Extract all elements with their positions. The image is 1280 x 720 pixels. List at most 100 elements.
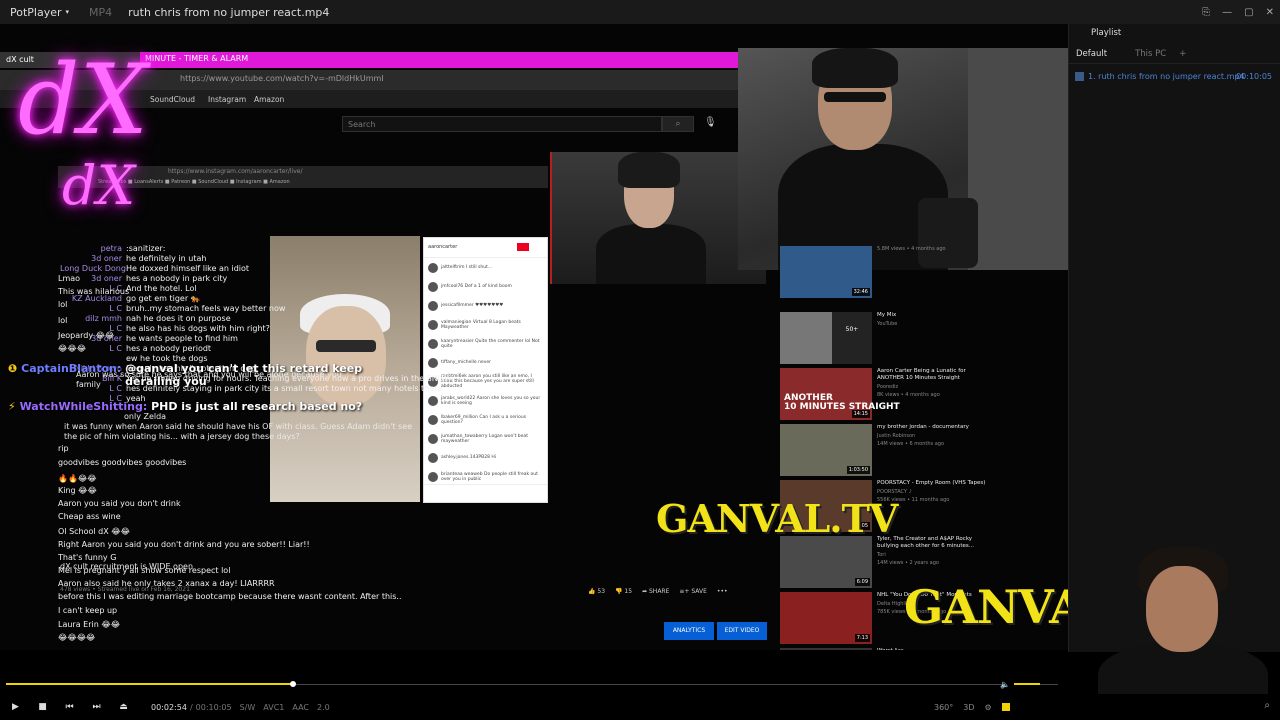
chat-message-text: before this I was editing marriage bootc… <box>58 592 402 601</box>
stop-icon[interactable]: ■ <box>29 702 56 712</box>
maximize-button[interactable]: ▢ <box>1244 7 1253 18</box>
chat-message-text: goodvibes goodvibes goodvibes <box>58 458 187 467</box>
app-menu-button[interactable]: PotPlayer ▾ <box>0 6 79 19</box>
volume-slider[interactable]: 🔈 <box>1000 680 1060 690</box>
chat-message: dX cult recruitment is WIDE open <box>60 562 194 571</box>
chat-message: That's funny G <box>6 553 116 562</box>
chat-message-text: :sanitizer: <box>126 244 166 253</box>
chat-message: 3d oner he definitely in utah <box>60 254 206 263</box>
chat-overlay: petra:sanitizer: 3d oner he definitely in … <box>0 24 560 650</box>
chat-message: goodvibes goodvibes goodvibes <box>6 458 186 467</box>
eject-icon[interactable]: ⏏ <box>110 702 137 712</box>
suggested-video: Worst liarJohn Doe <box>780 648 1066 650</box>
playlist-item[interactable]: 1. ruth chris from no jumper react.mp4 0… <box>1069 68 1280 84</box>
playlist-item-duration: 00:10:05 <box>1236 71 1272 81</box>
chat-username: dilz mmh <box>85 314 122 323</box>
next-icon[interactable]: ⏭ <box>83 702 110 712</box>
video-thumbnail: 6:09 <box>780 536 872 588</box>
youtube-actions: 👍 53 👎 15 ➦ SHARE ≡+ SAVE ••• <box>588 588 728 595</box>
like-button: 👍 53 <box>588 588 606 595</box>
video-codec-tag[interactable]: AVC1 <box>263 703 284 712</box>
chat-message-text: lol <box>58 316 68 325</box>
time-separator: / <box>189 702 193 712</box>
previous-icon[interactable]: ⏮ <box>56 702 83 712</box>
suggested-video: 1:03:50 my brother jordan - documentary Ju… <box>780 424 1066 478</box>
seek-progress <box>6 683 294 685</box>
chat-message-text: hes a nobody periodt <box>126 344 212 353</box>
suggested-video: ANOTHER 10 MINUTES STRAIGHT 14:15 Aaron Ca… <box>780 368 1066 422</box>
seek-bar[interactable] <box>0 680 1010 690</box>
seek-handle[interactable] <box>290 681 297 687</box>
tab-this-pc[interactable]: This PC <box>1128 49 1173 59</box>
audio-codec-tag[interactable]: AAC <box>292 703 309 712</box>
video-title: my brother jordan - documentary <box>877 424 969 430</box>
search-icon[interactable]: ⌕ <box>1264 700 1270 711</box>
window-title: ruth chris from no jumper react.mp4 <box>128 5 330 19</box>
3d-button[interactable]: 3D <box>963 703 974 712</box>
speaker-icon[interactable]: 🔈 <box>1000 680 1010 689</box>
streamer-webcam-overlay <box>1098 540 1268 720</box>
chat-message: 😂😂😂 <box>6 344 86 353</box>
chat-message-text: Cheap ass wine <box>58 512 121 521</box>
chat-message: Jeopardy 😂😂 <box>6 331 114 340</box>
chat-message: I can't keep up <box>6 606 117 615</box>
ganval-watermark: GANVAL.TV <box>656 496 898 541</box>
chat-message: lol <box>6 316 67 325</box>
chat-message-text: nah he does it on purpose <box>126 314 231 323</box>
decoder-tag[interactable]: S/W <box>240 703 256 712</box>
settings-icon[interactable]: ⚙ <box>985 703 992 712</box>
chat-message-text: Jeopardy 😂😂 <box>58 331 115 340</box>
minimize-button[interactable]: — <box>1222 7 1232 18</box>
playlist-toggle-icon[interactable] <box>1001 703 1010 711</box>
video-duration: 32:46 <box>851 288 870 296</box>
chat-message: 3d oner hes a nobody in park city <box>60 274 227 283</box>
chat-message: L C bruh..my stomach feels way better now <box>60 304 285 313</box>
tab-default[interactable]: Default <box>1069 49 1114 59</box>
share-button: ➦ SHARE <box>642 588 670 595</box>
video-channel: YouTube <box>877 321 898 327</box>
chat-message-text: go get em tiger 🐅 <box>126 294 201 303</box>
chat-message: 😂😂😂😂 <box>6 633 95 642</box>
chat-message-text: And the hotel. Lol <box>126 284 197 293</box>
video-thumbnail: 1:03:50 <box>780 424 872 476</box>
video-duration: 14:15 <box>851 410 870 418</box>
chat-message: 🔥🔥😂😂 <box>6 474 97 483</box>
chat-message: only Zelda <box>124 412 167 421</box>
playlist-title: Playlist <box>1091 28 1122 38</box>
suggested-video: 50+ My Mix YouTube <box>780 312 1066 366</box>
vr-360-button[interactable]: 360° <box>934 703 953 712</box>
file-format: MP4 <box>89 5 113 19</box>
microphone-icon: 🎙 <box>704 117 717 128</box>
mix-count: 50+ <box>832 312 872 364</box>
video-thumbnail: 32:46 <box>780 246 872 298</box>
play-icon[interactable]: ▶ <box>2 702 29 712</box>
video-channel: POORSTACY ♪ <box>877 489 912 495</box>
video-channel: Tori <box>877 552 886 558</box>
close-button[interactable]: ✕ <box>1266 7 1274 18</box>
chat-message: Right Aaron you said you don't drink and… <box>6 540 310 549</box>
search-icon: ⌕ <box>662 116 694 132</box>
pin-icon[interactable]: ⎘ <box>1202 7 1210 18</box>
guest-webcam <box>738 48 1068 270</box>
chat-message-text: King 😂😂 <box>58 486 97 495</box>
chat-message: Aaron was so sure he says that and you w… <box>76 370 342 379</box>
badge-icon: ❶ <box>8 362 22 375</box>
dislike-button: 👎 15 <box>615 588 633 595</box>
chat-message-text: hes a nobody in park city <box>126 274 228 283</box>
chat-message-text: Lmao <box>58 274 81 283</box>
video-area[interactable]: dX cult MINUTE - TIMER & ALARM https://w… <box>0 24 1068 650</box>
save-button: ≡+ SAVE <box>679 588 707 595</box>
chat-message-text: That's funny G <box>58 553 117 562</box>
chat-message: rip <box>6 444 69 453</box>
audio-channel-tag[interactable]: 2.0 <box>317 703 330 712</box>
video-meta: 14M views • 2 years ago <box>877 560 939 566</box>
video-title: POORSTACY - Empty Room (VHS Tapes) <box>877 480 986 486</box>
chat-message-text: 😂😂😂 <box>58 344 87 353</box>
chat-message-text: 🔥🔥😂😂 <box>58 474 97 483</box>
chat-message: This was hilarious <box>6 287 129 296</box>
video-channel: Poorediz <box>877 384 899 390</box>
chat-message: it was funny when Aaron said he should h… <box>64 422 413 431</box>
chat-message: petra:sanitizer: <box>60 244 166 253</box>
title-bar: PotPlayer ▾ MP4 ruth chris from no jumpe… <box>0 0 1280 24</box>
add-tab-button[interactable]: + <box>1173 49 1192 59</box>
